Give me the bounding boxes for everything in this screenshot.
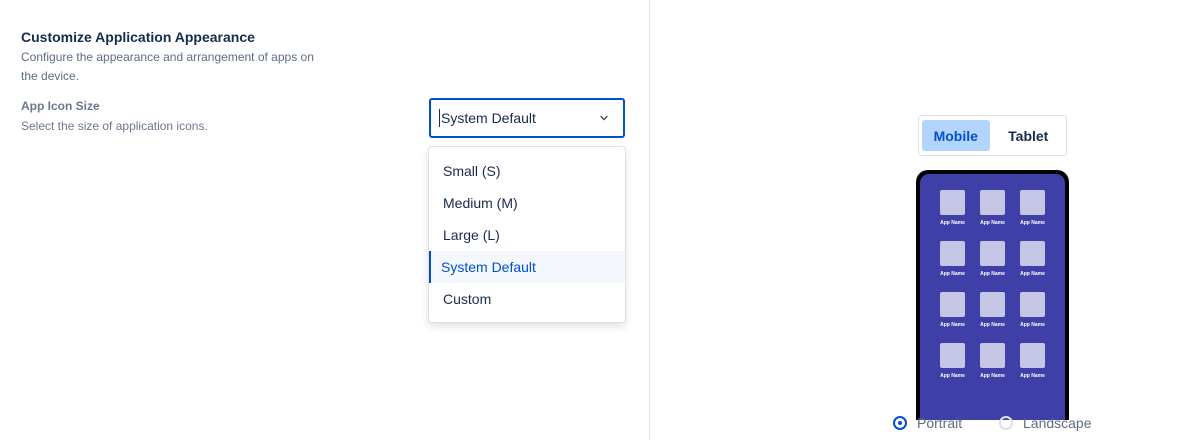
option-large[interactable]: Large (L): [429, 219, 625, 251]
app-icon: [1020, 190, 1045, 215]
app-tile: App Name: [1020, 292, 1046, 328]
option-system-default[interactable]: System Default: [429, 251, 625, 283]
radio-checked-icon[interactable]: [893, 416, 907, 430]
app-icon: [980, 190, 1005, 215]
app-name-label: App Name: [1020, 373, 1045, 379]
app-tile: App Name: [940, 241, 966, 277]
app-icon: [940, 343, 965, 368]
icon-size-select-value: System Default: [441, 110, 536, 126]
tab-tablet[interactable]: Tablet: [994, 120, 1064, 151]
text-cursor: [439, 109, 440, 127]
app-icon: [1020, 343, 1045, 368]
app-icon: [1020, 292, 1045, 317]
app-tile: App Name: [980, 190, 1006, 226]
device-toggle: Mobile Tablet: [918, 115, 1067, 156]
app-tile: App Name: [1020, 241, 1046, 277]
phone-screen: App Name App Name App Name App Name App Name…: [920, 174, 1065, 420]
icon-size-select[interactable]: System Default: [429, 98, 625, 138]
section-title: Customize Application Appearance: [21, 29, 255, 45]
section-description: Configure the appearance and arrangement…: [21, 50, 314, 83]
app-name-label: App Name: [1020, 322, 1045, 328]
tab-mobile[interactable]: Mobile: [922, 120, 990, 151]
app-tile: App Name: [980, 343, 1006, 379]
app-tile: App Name: [980, 292, 1006, 328]
app-tile: App Name: [980, 241, 1006, 277]
app-tile: App Name: [1020, 190, 1046, 226]
app-icon: [940, 241, 965, 266]
app-icon: [940, 190, 965, 215]
app-name-label: App Name: [940, 373, 965, 379]
orientation-landscape-label: Landscape: [1023, 415, 1092, 431]
app-name-label: App Name: [980, 220, 1005, 226]
orientation-portrait[interactable]: Portrait: [893, 415, 962, 431]
app-name-label: App Name: [1020, 220, 1045, 226]
app-icon: [1020, 241, 1045, 266]
orientation-landscape[interactable]: Landscape: [999, 415, 1092, 431]
orientation-portrait-label: Portrait: [917, 415, 963, 431]
option-small[interactable]: Small (S): [429, 155, 625, 187]
preview-panel: Mobile Tablet App Name App Name App Name Ap…: [650, 0, 1195, 440]
icon-size-dropdown-menu: Small (S) Medium (M) Large (L) System De…: [428, 146, 626, 323]
app-icon: [980, 343, 1005, 368]
app-grid: App Name App Name App Name App Name App Name…: [920, 190, 1065, 379]
app-name-label: App Name: [980, 373, 1005, 379]
icon-size-help: Select the size of application icons.: [21, 119, 208, 133]
app-tile: App Name: [940, 190, 966, 226]
app-name-label: App Name: [940, 322, 965, 328]
option-custom[interactable]: Custom: [429, 283, 625, 315]
phone-preview: App Name App Name App Name App Name App Name…: [916, 170, 1069, 420]
settings-panel: Customize Application Appearance Configu…: [0, 0, 650, 440]
radio-unchecked-icon[interactable]: [999, 416, 1013, 430]
app-tile: App Name: [940, 343, 966, 379]
app-icon: [980, 241, 1005, 266]
app-name-label: App Name: [940, 220, 965, 226]
app-name-label: App Name: [940, 271, 965, 277]
app-icon: [940, 292, 965, 317]
chevron-down-icon: [600, 115, 608, 121]
app-name-label: App Name: [1020, 271, 1045, 277]
app-icon: [980, 292, 1005, 317]
app-tile: App Name: [940, 292, 966, 328]
option-medium[interactable]: Medium (M): [429, 187, 625, 219]
icon-size-label: App Icon Size: [21, 99, 100, 113]
app-name-label: App Name: [980, 322, 1005, 328]
app-tile: App Name: [1020, 343, 1046, 379]
app-name-label: App Name: [980, 271, 1005, 277]
